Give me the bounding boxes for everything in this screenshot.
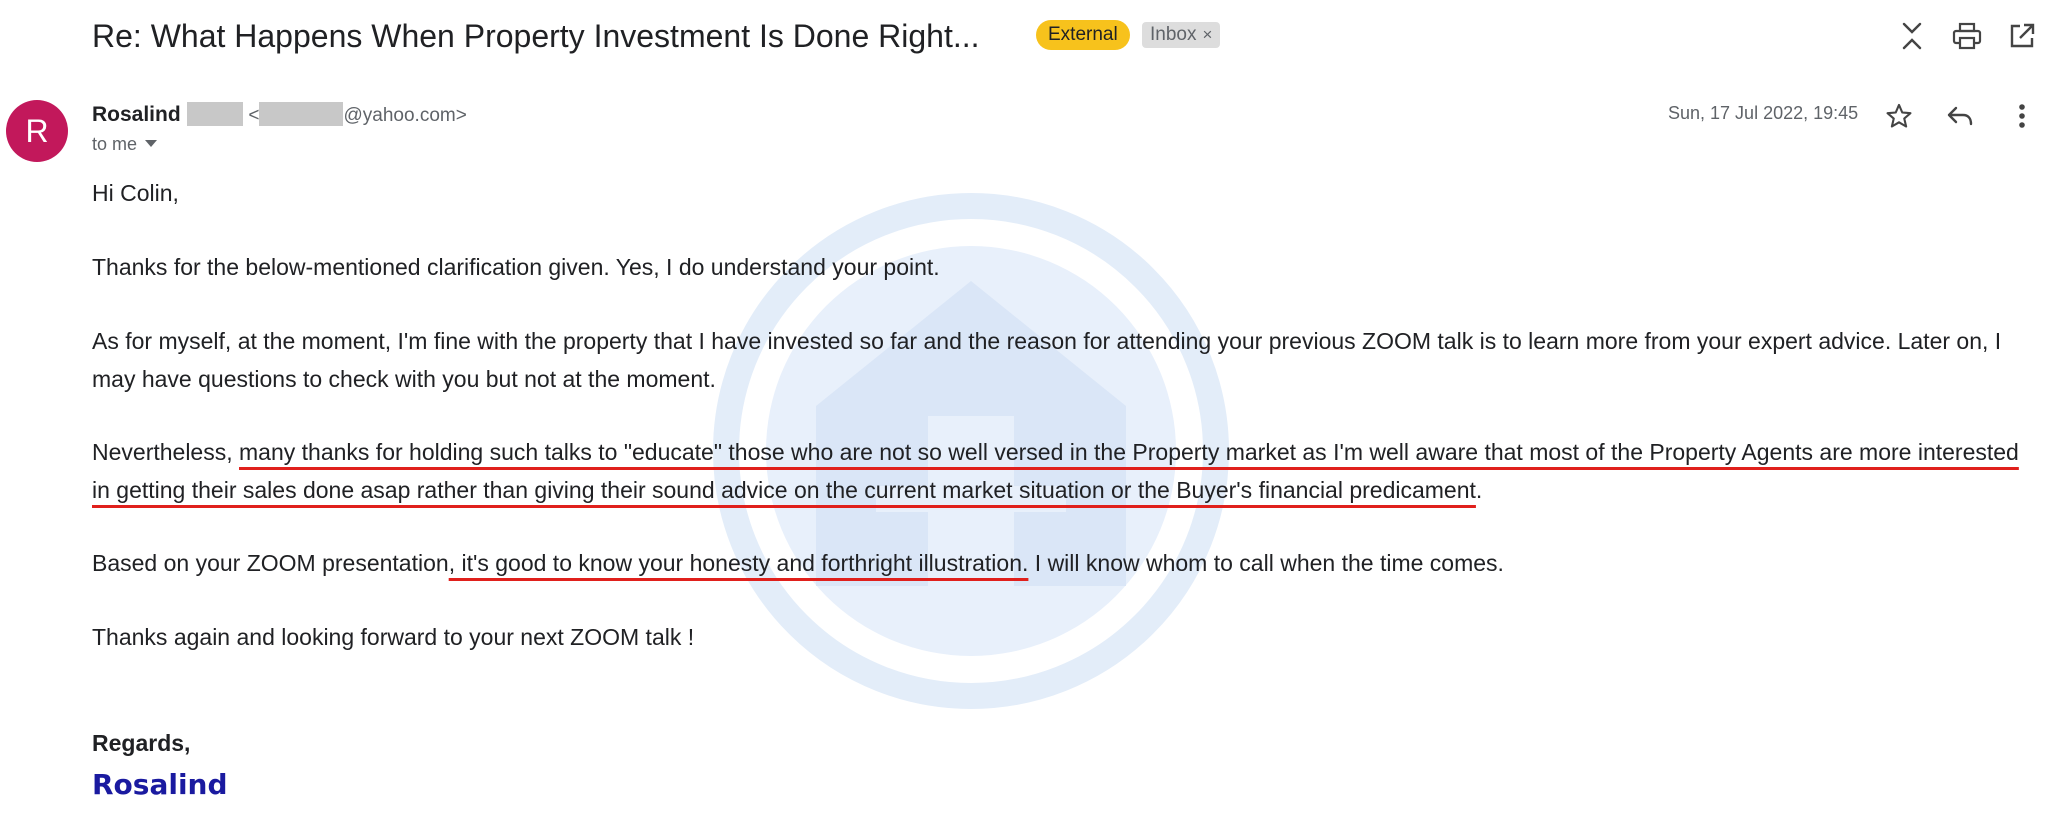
paragraph-4-start: Based on your ZOOM presentation xyxy=(92,550,449,576)
paragraph-4-end: I will know whom to call when the time c… xyxy=(1028,550,1504,576)
more-vert-icon[interactable] xyxy=(2004,98,2040,134)
dropdown-caret-icon xyxy=(145,140,158,147)
print-icon[interactable] xyxy=(1949,18,1985,54)
redacted-email-user xyxy=(259,102,344,126)
open-new-window-icon[interactable] xyxy=(2004,18,2040,54)
remove-label-icon[interactable]: × xyxy=(1202,25,1212,44)
paragraph-1: Thanks for the below-mentioned clarifica… xyxy=(92,254,940,280)
inbox-label-text: Inbox xyxy=(1150,24,1197,45)
recipient-dropdown[interactable]: to me xyxy=(92,134,158,155)
greeting: Hi Colin, xyxy=(92,180,179,206)
sender-line: Rosalind < @yahoo.com> xyxy=(92,102,467,129)
reply-icon[interactable] xyxy=(1942,98,1978,134)
star-icon[interactable] xyxy=(1881,98,1917,134)
redacted-surname xyxy=(186,102,243,126)
paragraph-2: As for myself, at the moment, I'm fine w… xyxy=(92,328,2002,392)
paragraph-3-start: Nevertheless, xyxy=(92,439,240,465)
email-subject: Re: What Happens When Property Investmen… xyxy=(92,18,980,54)
recipient-label: to me xyxy=(92,134,138,154)
sender-avatar: R xyxy=(6,100,68,162)
closing-regards: Regards, xyxy=(92,730,191,756)
paragraph-3: Nevertheless, many thanks for holding su… xyxy=(92,433,2022,509)
underlined-passage-2: , it's good to know your honesty and for… xyxy=(448,550,1029,576)
expand-collapse-icon[interactable] xyxy=(1894,18,1930,54)
paragraph-3-end: . xyxy=(1475,477,1483,503)
sender-name: Rosalind xyxy=(92,103,181,126)
underlined-passage-1: many thanks for holding such talks to "e… xyxy=(92,439,2019,503)
inbox-label-badge: Inbox × xyxy=(1142,22,1221,48)
sender-email-open: < xyxy=(248,105,260,126)
paragraph-4: Based on your ZOOM presentation, it's go… xyxy=(92,544,2022,582)
message-date: Sun, 17 Jul 2022, 19:45 xyxy=(1668,103,1859,123)
sender-email-domain: @yahoo.com> xyxy=(343,105,467,126)
paragraph-5: Thanks again and looking forward to your… xyxy=(92,624,695,650)
external-label-badge: External xyxy=(1036,20,1130,50)
signature: Rosalind xyxy=(92,768,228,801)
